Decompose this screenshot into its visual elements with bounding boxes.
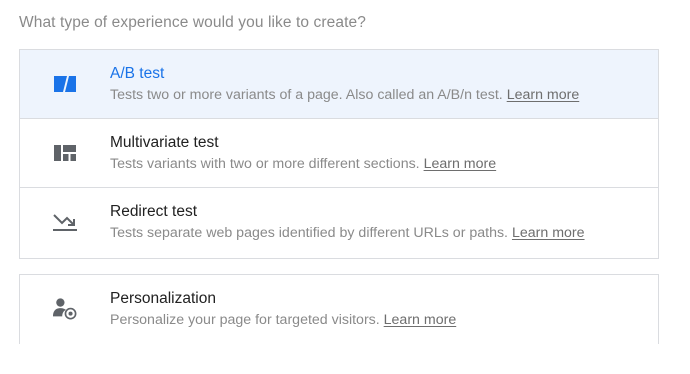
option-redirect-test[interactable]: Redirect test Tests separate web pages i…: [20, 188, 658, 258]
option-description: Personalize your page for targeted visit…: [110, 312, 457, 328]
learn-more-link[interactable]: Learn more: [424, 156, 497, 172]
page-question: What type of experience would you like t…: [19, 14, 366, 31]
learn-more-link[interactable]: Learn more: [384, 312, 457, 328]
learn-more-link[interactable]: Learn more: [512, 225, 585, 241]
personalization-group: Personalization Personalize your page fo…: [19, 274, 659, 345]
option-title: Redirect test: [110, 203, 198, 220]
option-description: Tests separate web pages identified by d…: [110, 225, 585, 241]
option-title: Multivariate test: [110, 134, 219, 151]
option-title: A/B test: [110, 65, 165, 82]
option-personalization[interactable]: Personalization Personalize your page fo…: [20, 275, 658, 345]
option-description: Tests two or more variants of a page. Al…: [110, 87, 580, 103]
multivariate-grid-icon: [53, 142, 77, 164]
ab-test-icon: [53, 73, 77, 95]
option-ab-test[interactable]: A/B test Tests two or more variants of a…: [20, 50, 658, 119]
experience-type-list: A/B test Tests two or more variants of a…: [19, 49, 659, 259]
person-target-icon: [53, 298, 77, 320]
redirect-arrow-icon: [53, 211, 77, 233]
option-multivariate-test[interactable]: Multivariate test Tests variants with tw…: [20, 119, 658, 188]
learn-more-link[interactable]: Learn more: [507, 87, 580, 103]
option-description: Tests variants with two or more differen…: [110, 156, 497, 172]
option-title: Personalization: [110, 290, 216, 307]
